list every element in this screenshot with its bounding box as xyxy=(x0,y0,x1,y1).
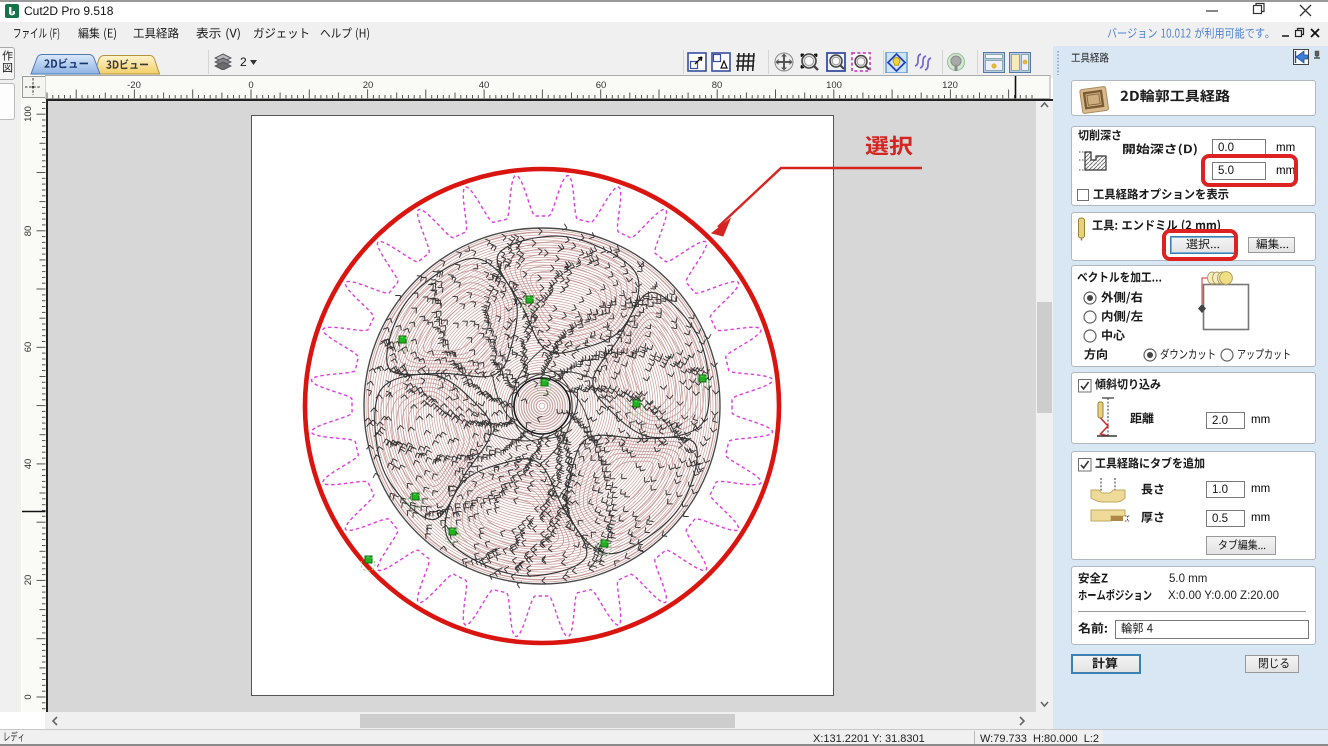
svg-text:100: 100 xyxy=(826,80,842,91)
svg-text:20: 20 xyxy=(23,575,34,586)
svg-text:80: 80 xyxy=(712,80,723,91)
svg-text:40: 40 xyxy=(23,459,34,470)
svg-text:60: 60 xyxy=(596,80,607,91)
svg-text:80: 80 xyxy=(23,226,34,237)
svg-text:20: 20 xyxy=(363,80,374,91)
svg-text:-20: -20 xyxy=(127,80,141,91)
svg-text:120: 120 xyxy=(942,80,958,91)
svg-text:60: 60 xyxy=(23,342,34,353)
svg-text:40: 40 xyxy=(479,80,490,91)
svg-text:100: 100 xyxy=(23,106,34,122)
svg-text:0: 0 xyxy=(248,80,253,91)
svg-text:0: 0 xyxy=(23,694,34,699)
